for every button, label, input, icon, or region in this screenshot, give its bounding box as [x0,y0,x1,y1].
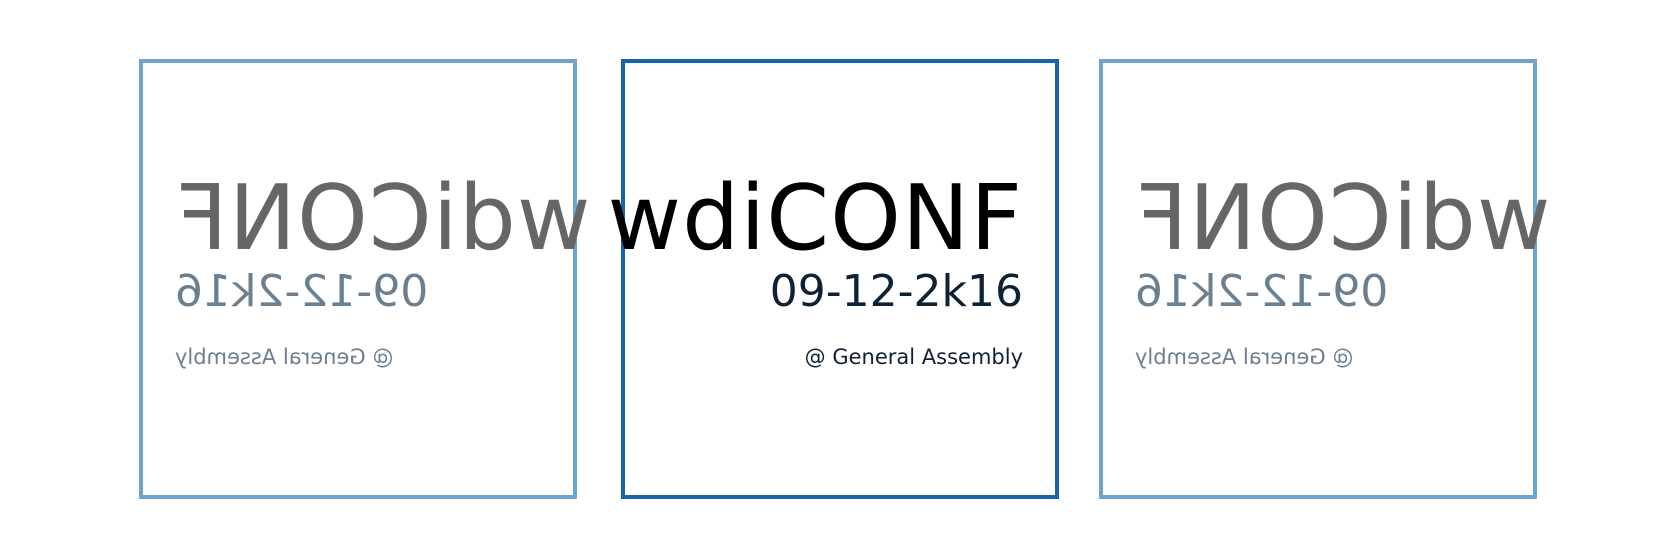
event-venue: @ General Assembly [804,345,1023,369]
card-content: wdiCONF 09-12-2k16 @ General Assembly [175,166,591,369]
event-title: wdiCONF [175,166,591,271]
event-date: 09-12-2k16 [175,266,429,317]
card-center: wdiCONF 09-12-2k16 @ General Assembly [607,59,1059,499]
card-content: wdiCONF 09-12-2k16 @ General Assembly [1135,166,1551,369]
event-date: 09-12-2k16 [769,266,1023,317]
event-title: wdiCONF [607,166,1023,271]
event-date: 09-12-2k16 [1135,266,1389,317]
card-right-mirrored: wdiCONF 09-12-2k16 @ General Assembly [1099,59,1551,499]
event-venue: @ General Assembly [175,345,394,369]
card-content: wdiCONF 09-12-2k16 @ General Assembly [607,166,1023,370]
event-venue: @ General Assembly [1135,345,1354,369]
card-left-mirrored: wdiCONF 09-12-2k16 @ General Assembly [139,59,591,499]
event-title: wdiCONF [1135,166,1551,271]
